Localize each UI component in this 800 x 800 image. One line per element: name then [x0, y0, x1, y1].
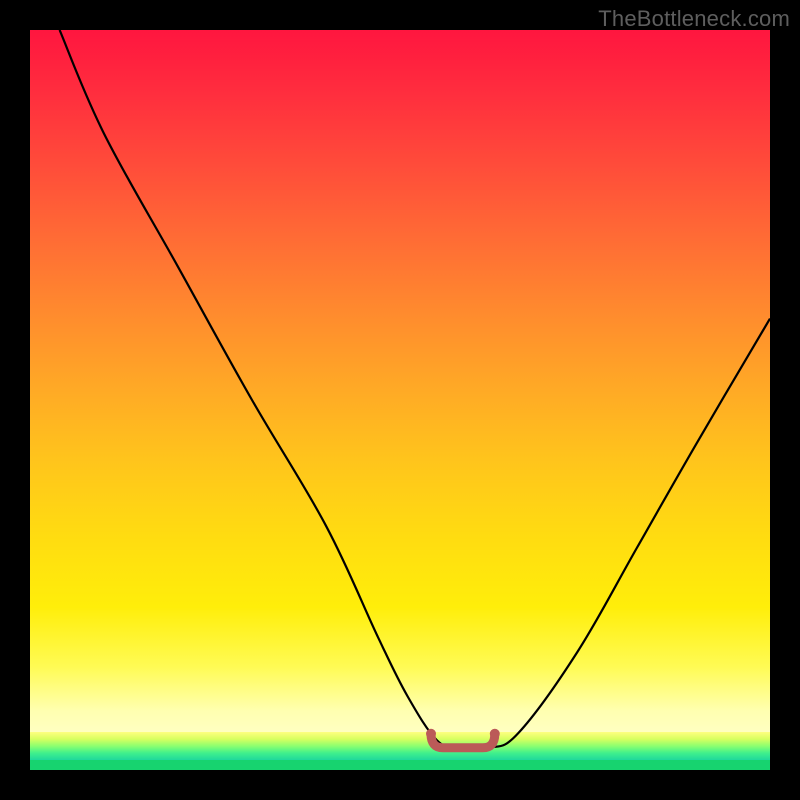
- curve-layer: [30, 30, 770, 770]
- plot-area: [30, 30, 770, 770]
- trough-marker: [431, 734, 495, 748]
- watermark-text: TheBottleneck.com: [598, 6, 790, 32]
- trough-marker-dot: [490, 729, 500, 739]
- chart-frame: TheBottleneck.com: [0, 0, 800, 800]
- bottleneck-curve: [60, 30, 770, 749]
- trough-marker-dot: [426, 729, 436, 739]
